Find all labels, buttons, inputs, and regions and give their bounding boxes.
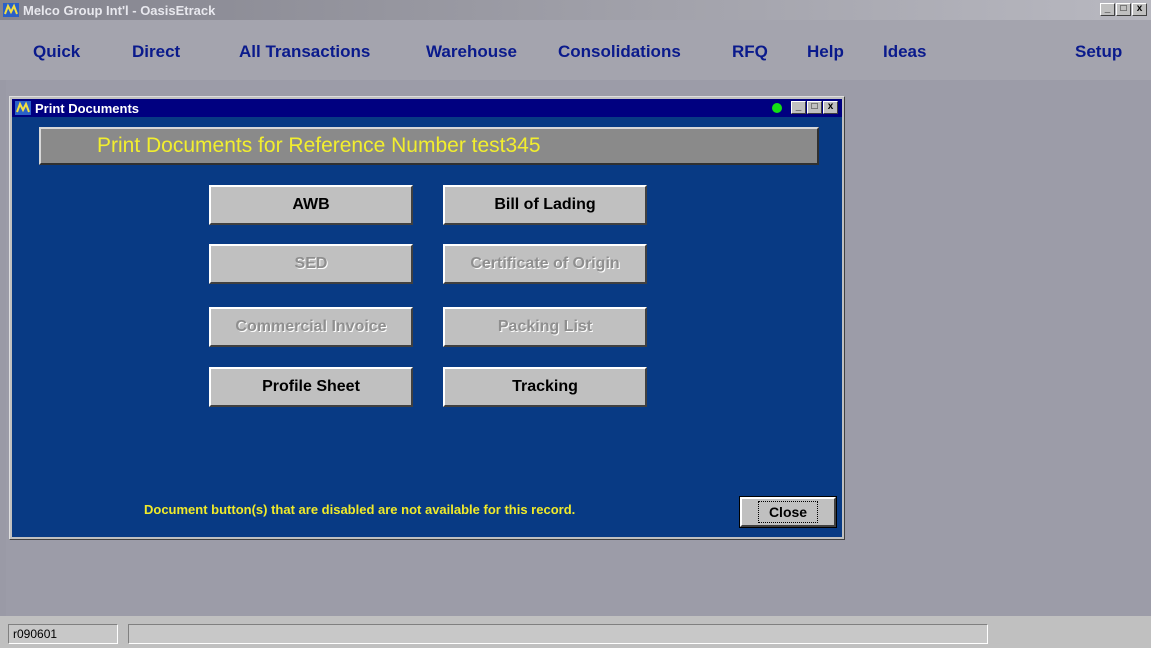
dialog-maximize-button[interactable]: □ bbox=[807, 101, 822, 114]
awb-button[interactable]: AWB bbox=[209, 185, 413, 225]
dialog-title-bar[interactable]: Print Documents _ □ x bbox=[12, 99, 842, 117]
app-title: Melco Group Int'l - OasisEtrack bbox=[23, 2, 216, 18]
app-title-bar: Melco Group Int'l - OasisEtrack _ □ x bbox=[0, 0, 1151, 20]
menu-item-quick[interactable]: Quick bbox=[33, 42, 80, 62]
menu-item-direct[interactable]: Direct bbox=[132, 42, 180, 62]
menu-item-ideas[interactable]: Ideas bbox=[883, 42, 926, 62]
menu-item-all-transactions[interactable]: All Transactions bbox=[239, 42, 370, 62]
status-indicator-icon bbox=[772, 102, 782, 113]
menu-item-warehouse[interactable]: Warehouse bbox=[426, 42, 517, 62]
dialog-title: Print Documents bbox=[35, 100, 140, 116]
version-field: r090601 bbox=[8, 624, 118, 644]
dialog-body: Print Documents for Reference Number tes… bbox=[12, 117, 842, 537]
packing-list-button[interactable]: Packing List bbox=[443, 307, 647, 347]
app-logo-icon bbox=[3, 3, 19, 17]
menu-item-consolidations[interactable]: Consolidations bbox=[558, 42, 681, 62]
status-message-field bbox=[128, 624, 988, 644]
menu-item-help[interactable]: Help bbox=[807, 42, 844, 62]
commercial-invoice-button[interactable]: Commercial Invoice bbox=[209, 307, 413, 347]
close-button-label: Close bbox=[757, 501, 819, 523]
close-window-button[interactable]: x bbox=[1132, 3, 1147, 16]
tracking-button[interactable]: Tracking bbox=[443, 367, 647, 407]
dialog-logo-icon bbox=[15, 101, 31, 115]
dialog-minimize-button[interactable]: _ bbox=[791, 101, 806, 114]
app-window-controls: _ □ x bbox=[1100, 3, 1147, 16]
bill-of-lading-button[interactable]: Bill of Lading bbox=[443, 185, 647, 225]
disabled-buttons-note: Document button(s) that are disabled are… bbox=[144, 502, 576, 517]
menu-item-rfq[interactable]: RFQ bbox=[732, 42, 768, 62]
menu-bar: Quick Direct All Transactions Warehouse Cons… bbox=[0, 20, 1151, 80]
dialog-close-window-button[interactable]: x bbox=[823, 101, 838, 114]
maximize-button[interactable]: □ bbox=[1116, 3, 1131, 16]
certificate-of-origin-button[interactable]: Certificate of Origin bbox=[443, 244, 647, 284]
sed-button[interactable]: SED bbox=[209, 244, 413, 284]
dialog-window-controls: _ □ x bbox=[772, 101, 838, 114]
status-bar: r090601 bbox=[0, 616, 1151, 648]
close-button[interactable]: Close bbox=[739, 496, 837, 528]
minimize-button[interactable]: _ bbox=[1100, 3, 1115, 16]
profile-sheet-button[interactable]: Profile Sheet bbox=[209, 367, 413, 407]
menu-item-setup[interactable]: Setup bbox=[1075, 42, 1122, 62]
print-documents-dialog: Print Documents _ □ x Print Documents fo… bbox=[9, 96, 845, 540]
reference-banner: Print Documents for Reference Number tes… bbox=[39, 127, 819, 165]
